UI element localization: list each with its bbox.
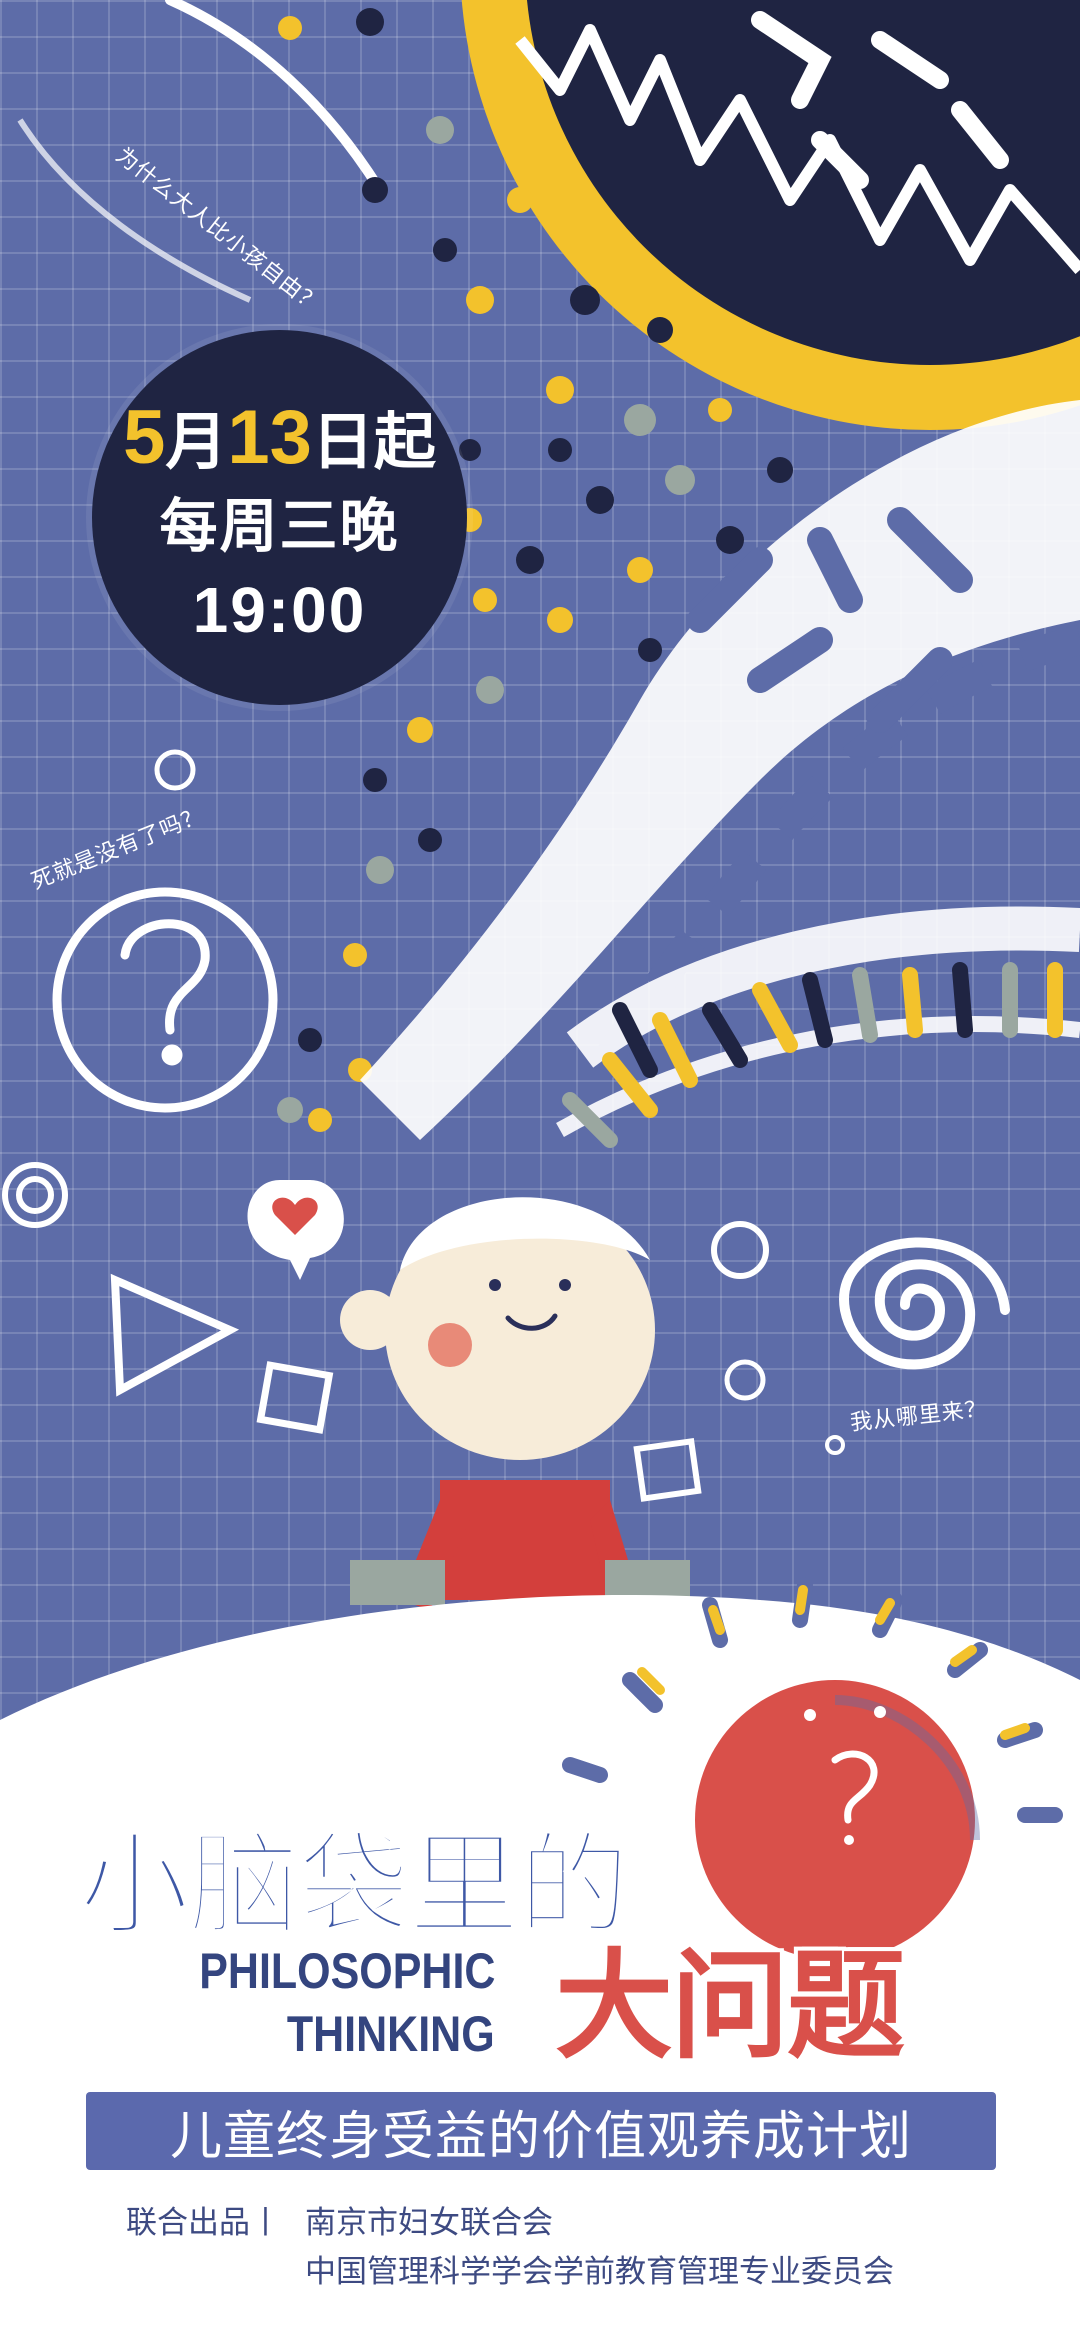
poster: 为什么大人比小孩自由？ 死就是没有了吗？ 我从哪里来？ 5月13日起 每周三晚 … xyxy=(0,0,1080,2338)
organizer-1: 南京市妇女联合会 xyxy=(305,2205,553,2241)
triangle-doodle xyxy=(110,1273,240,1397)
date-badge: 5月13日起 每周三晚 19:00 xyxy=(92,330,467,705)
title-chinese-big: 大问题 xyxy=(555,1937,905,2075)
title-english-line2: THINKING xyxy=(287,2006,495,2062)
heart-bubble xyxy=(247,1180,344,1280)
square-doodle xyxy=(256,1361,334,1434)
title-chinese: 小脑袋里的 xyxy=(77,1820,632,1953)
illustration xyxy=(0,0,1080,2338)
month-number: 5 xyxy=(123,394,166,480)
subtitle: 儿童终身受益的价值观养成计划 xyxy=(169,2106,912,2167)
child-character xyxy=(340,1197,690,1610)
organizers-label: 联合出品丨 xyxy=(126,2205,281,2241)
month-label: 月 xyxy=(165,407,228,477)
day-label: 日起 xyxy=(311,407,436,477)
spiral-doodle xyxy=(839,1237,1010,1370)
day-number: 13 xyxy=(227,394,312,480)
title-english-line1: PHILOSOPHIC xyxy=(198,1943,495,1999)
start-date: 5月13日起 xyxy=(123,399,436,477)
swirl-small xyxy=(2,1162,68,1228)
question-circle xyxy=(52,887,278,1113)
swoosh-line xyxy=(165,0,385,195)
time-line: 19:00 xyxy=(192,573,367,646)
decorative-circle-top xyxy=(461,0,1080,430)
weekday-line: 每周三晚 xyxy=(159,493,400,559)
organizer-2: 中国管理科学学会学前教育管理专业委员会 xyxy=(305,2254,894,2290)
subtitle-bar: 儿童终身受益的价值观养成计划 xyxy=(86,2092,996,2170)
